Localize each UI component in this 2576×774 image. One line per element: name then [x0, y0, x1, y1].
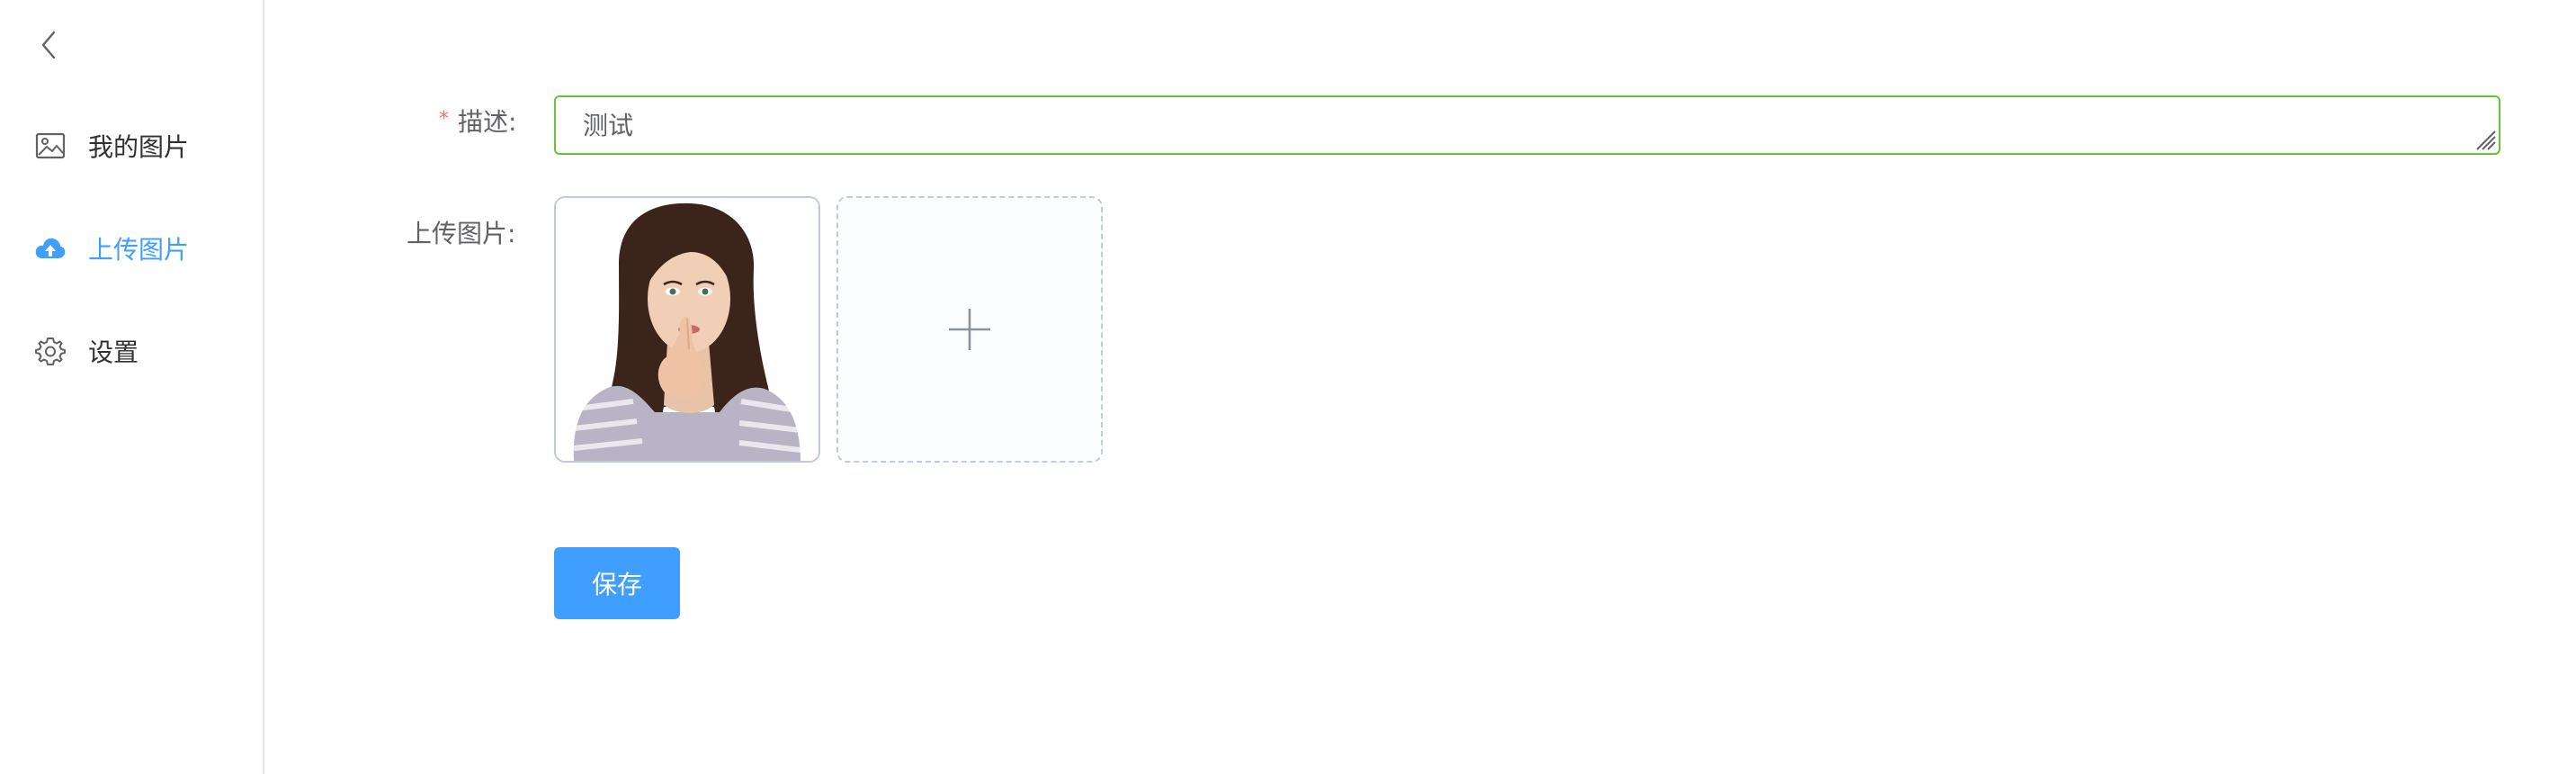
upload-label: 上传图片: [407, 214, 515, 250]
description-textarea[interactable]: 测试 [554, 95, 2500, 155]
sidebar-item-label: 设置 [88, 338, 139, 367]
sidebar: 我的图片 上传图片 设置 [0, 0, 264, 774]
uploaded-image-card[interactable] [554, 196, 820, 463]
sidebar-item-my-pictures[interactable]: 我的图片 [0, 110, 263, 182]
gear-icon [34, 335, 67, 367]
sidebar-item-settings[interactable]: 设置 [0, 315, 263, 387]
sidebar-item-label: 我的图片 [88, 132, 190, 162]
upload-cloud-icon [34, 232, 67, 265]
picture-icon [34, 130, 67, 162]
collapse-sidebar-button[interactable] [32, 27, 65, 63]
description-value: 测试 [583, 111, 634, 140]
chevron-left-icon [41, 31, 56, 59]
upload-add-button[interactable] [836, 196, 1103, 463]
required-star: * [439, 108, 449, 130]
sidebar-item-label: 上传图片 [88, 235, 190, 265]
description-label-text: 描述: [458, 107, 517, 137]
sidebar-item-upload-pictures[interactable]: 上传图片 [0, 212, 263, 284]
uploaded-photo [556, 198, 818, 461]
upload-label-text: 上传图片: [407, 219, 516, 248]
resize-handle-icon[interactable] [2472, 126, 2497, 151]
description-label: * 描述: [439, 103, 516, 139]
plus-icon [949, 309, 990, 350]
save-button[interactable]: 保存 [554, 547, 680, 619]
